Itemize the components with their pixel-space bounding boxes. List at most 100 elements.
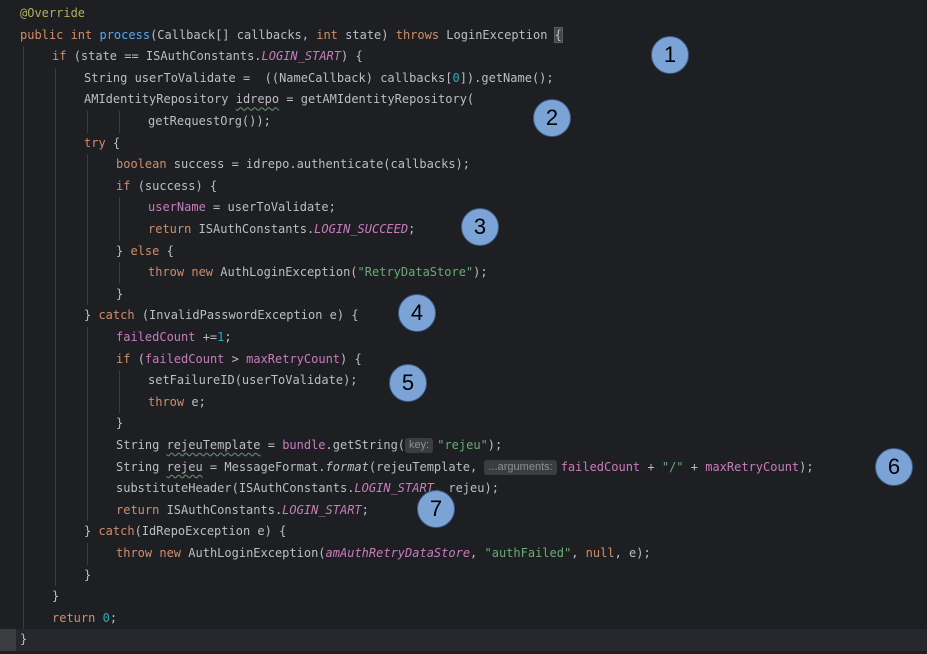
code-line[interactable]: AMIdentityRepository idrepo = getAMIdent… (0, 89, 927, 111)
code-token: = userToValidate; (205, 200, 336, 215)
code-line[interactable]: } (0, 283, 927, 306)
code-token: try (84, 135, 113, 150)
indent-guide (23, 499, 24, 522)
code-line[interactable]: if (state == ISAuthConstants.LOGIN_START… (0, 46, 927, 68)
code-token: @Override (20, 6, 86, 20)
code-token: } (52, 589, 60, 604)
code-token: AMIdentityRepository (84, 92, 236, 107)
code-line[interactable]: throw new AuthLoginException("RetryDataS… (0, 262, 927, 284)
code-token: .getString( (325, 438, 406, 452)
code-token: if (52, 49, 74, 64)
indent-guide (55, 240, 56, 263)
code-line[interactable]: if (success) { (0, 175, 927, 198)
indent-guide (119, 219, 120, 241)
code-line[interactable]: throw new AuthLoginException(amAuthRetry… (0, 543, 927, 565)
indent-guide (23, 219, 24, 241)
code-text: } (52, 586, 59, 608)
code-token: public (20, 27, 71, 42)
indent-guide (55, 413, 56, 435)
callout-marker-5: 5 (389, 364, 427, 402)
code-line[interactable]: return 0; (0, 607, 927, 630)
code-token: 0 (102, 610, 110, 625)
code-line[interactable]: String rejeu = MessageFormat.format(reje… (0, 456, 927, 479)
indent-guide (23, 305, 24, 327)
code-token: boolean (116, 157, 174, 172)
indent-guide (87, 283, 88, 306)
code-line[interactable]: String rejeuTemplate = bundle.getString(… (0, 435, 927, 457)
code-token: AuthLoginException( (220, 265, 358, 280)
code-token: } (84, 308, 99, 323)
indent-guide (23, 456, 24, 479)
caret-line-highlight (0, 629, 16, 651)
indent-guide (23, 132, 24, 155)
code-token: "rejeu" (437, 438, 488, 452)
indent-guide (23, 586, 24, 608)
code-token: return (52, 610, 103, 625)
code-line[interactable]: String userToValidate = ((NameCallback) … (0, 67, 927, 90)
indent-guide (55, 456, 56, 479)
callout-marker-2: 2 (533, 99, 571, 137)
code-line[interactable]: throw e; (0, 391, 927, 414)
code-token: (IdRepoException e) { (134, 524, 287, 539)
code-line[interactable]: @Override (0, 3, 927, 25)
indent-guide (87, 370, 88, 392)
code-token: LOGIN_START (354, 481, 434, 496)
code-line[interactable]: } catch (InvalidPasswordException e) { (0, 305, 927, 327)
code-text: if (failedCount > maxRetryCount) { (116, 349, 362, 371)
code-token: else (130, 243, 167, 258)
code-text: if (success) { (116, 176, 217, 198)
indent-guide (55, 521, 56, 543)
code-text: if (state == ISAuthConstants.LOGIN_START… (52, 46, 363, 68)
indent-guide (87, 111, 88, 133)
callout-marker-6: 6 (875, 448, 913, 486)
code-line[interactable]: } (0, 564, 927, 587)
code-text: throw new AuthLoginException("RetryDataS… (148, 262, 488, 284)
code-token: if (116, 351, 138, 366)
code-line[interactable]: } (0, 629, 927, 651)
code-text: return ISAuthConstants.LOGIN_START; (116, 500, 369, 522)
code-text: throw e; (148, 392, 206, 414)
indent-guide (23, 197, 24, 219)
indent-guide (55, 154, 56, 176)
code-token: catch (98, 308, 142, 323)
code-line[interactable]: public int process(Callback[] callbacks,… (0, 25, 927, 47)
code-text: } catch(IdRepoException e) { (84, 521, 286, 543)
code-line[interactable]: } catch(IdRepoException e) { (0, 521, 927, 543)
indent-guide (55, 89, 56, 111)
code-editor[interactable]: @Override public int process(Callback[] c… (0, 0, 927, 654)
indent-guide (23, 111, 24, 133)
code-line[interactable]: getRequestOrg()); (0, 111, 927, 133)
indent-guide (87, 499, 88, 522)
code-line[interactable]: } else { (0, 240, 927, 263)
indent-guide (55, 67, 56, 90)
indent-guide (55, 327, 56, 349)
indent-guide (87, 435, 88, 457)
marker-label: 7 (429, 496, 443, 521)
code-token: LOGIN_START (282, 502, 362, 517)
code-line[interactable]: if (failedCount > maxRetryCount) { (0, 348, 927, 371)
indent-guide (55, 132, 56, 155)
indent-guide (23, 154, 24, 176)
indent-guide (55, 262, 56, 284)
code-token: 0 (452, 70, 460, 85)
code-token: = MessageFormat. (202, 459, 326, 474)
code-token: "authFailed" (484, 546, 572, 560)
code-line[interactable]: try { (0, 132, 927, 155)
indent-guide (87, 240, 88, 263)
code-line[interactable]: } (0, 586, 927, 608)
code-line[interactable]: substituteHeader(ISAuthConstants.LOGIN_S… (0, 478, 927, 500)
code-token: success = idrepo.authenticate(callbacks)… (173, 157, 471, 172)
code-line[interactable]: return ISAuthConstants.LOGIN_START; (0, 499, 927, 522)
code-line[interactable]: failedCount +=1; (0, 327, 927, 349)
code-token: maxRetryCount (705, 459, 800, 474)
code-line[interactable]: setFailureID(userToValidate); (0, 370, 927, 392)
callout-marker-7: 7 (417, 490, 455, 528)
code-token: ); (487, 438, 503, 452)
code-text: @Override (20, 3, 85, 25)
code-line[interactable]: boolean success = idrepo.authenticate(ca… (0, 154, 927, 176)
code-token: throw (148, 394, 192, 409)
code-line[interactable]: } (0, 413, 927, 435)
callout-marker-4: 4 (398, 294, 436, 332)
code-text: String userToValidate = ((NameCallback) … (84, 68, 554, 90)
indent-guide (23, 89, 24, 111)
